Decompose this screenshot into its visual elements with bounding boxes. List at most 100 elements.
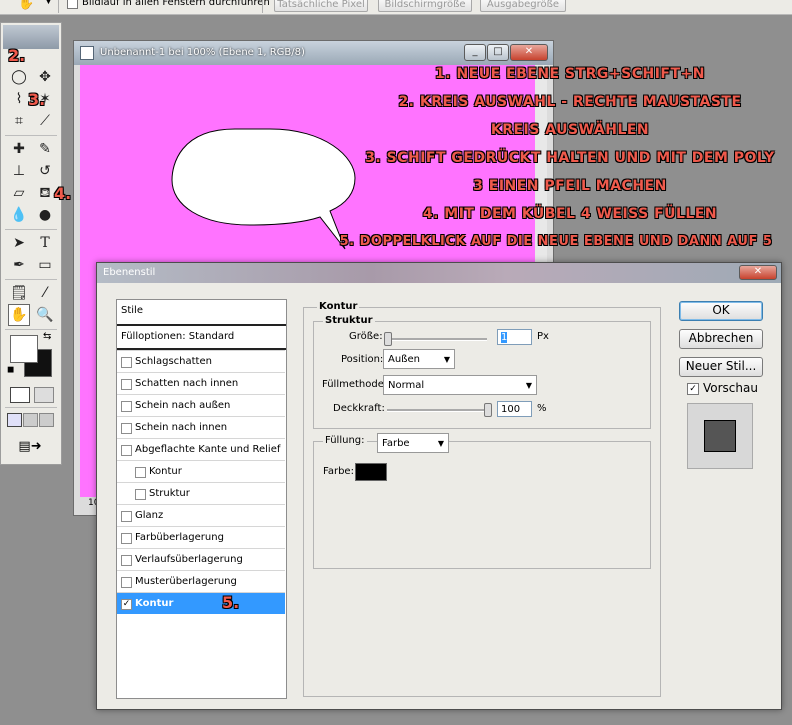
eyedropper-tool-icon[interactable]: ⁄: [35, 283, 55, 303]
maximize-button[interactable]: □: [487, 44, 509, 61]
document-title-bar[interactable]: Unbenannt-1 bei 100% (Ebene 1, RGB/8) _ …: [74, 41, 553, 65]
style-item-outer-glow[interactable]: Schein nach außen: [117, 394, 285, 416]
screen-mode-menubar-icon[interactable]: [23, 413, 38, 427]
dodge-tool-icon[interactable]: ●: [35, 205, 55, 225]
style-checkbox[interactable]: [121, 401, 132, 412]
blur-tool-icon[interactable]: 💧: [9, 205, 29, 225]
style-checkbox-checked[interactable]: ✓: [121, 599, 132, 610]
size-input[interactable]: 1: [497, 329, 532, 345]
style-item-satin[interactable]: Glanz: [117, 504, 285, 526]
dialog-title-bar[interactable]: Ebenenstil ✕: [97, 263, 781, 283]
shape-tool-icon[interactable]: ▭: [35, 255, 55, 275]
style-item-inner-glow[interactable]: Schein nach innen: [117, 416, 285, 438]
size-slider-thumb[interactable]: [384, 332, 392, 346]
annotation-line: KREIS AUSWÄHLEN: [490, 122, 650, 138]
paint-bucket-tool-icon[interactable]: ⛾: [35, 183, 55, 203]
print-size-button[interactable]: Ausgabegröße: [480, 0, 566, 12]
default-colors-icon[interactable]: ◼: [7, 365, 14, 375]
annotation-line: 2. KREIS AUSWAHL - RECHTE MAUSTASTE: [398, 94, 742, 110]
stroke-color-swatch[interactable]: [355, 463, 387, 481]
style-item-gradient-overlay[interactable]: Verlaufsüberlagerung: [117, 548, 285, 570]
slice-tool-icon[interactable]: ⟋: [35, 111, 55, 131]
clone-stamp-tool-icon[interactable]: ⊥: [9, 161, 29, 181]
hand-tool-icon[interactable]: ✋: [18, 0, 34, 11]
style-item-color-overlay[interactable]: Farbüberlagerung: [117, 526, 285, 548]
history-brush-tool-icon[interactable]: ↺: [35, 161, 55, 181]
quick-mask-mode-icon[interactable]: [34, 387, 54, 403]
opacity-input[interactable]: 100: [497, 401, 532, 417]
style-checkbox[interactable]: [121, 555, 132, 566]
style-checkbox[interactable]: [121, 533, 132, 544]
position-select[interactable]: Außen ▼: [383, 349, 455, 369]
fit-screen-button[interactable]: Bildschirmgröße: [378, 0, 472, 12]
cancel-button[interactable]: Abbrechen: [679, 329, 763, 349]
style-item-pattern-overlay[interactable]: Musterüberlagerung: [117, 570, 285, 592]
separator: [5, 279, 57, 280]
marquee-tool-icon[interactable]: ◯: [9, 67, 29, 87]
separator: [5, 229, 57, 230]
marker-2: 2.: [8, 46, 26, 65]
hand-tool-icon[interactable]: ✋: [8, 304, 30, 326]
screen-mode-standard-icon[interactable]: [7, 413, 22, 427]
brush-tool-icon[interactable]: ✎: [35, 139, 55, 159]
style-item-drop-shadow[interactable]: Schlagschatten: [117, 350, 285, 372]
style-checkbox[interactable]: [121, 379, 132, 390]
chevron-down-icon: ▼: [525, 381, 532, 390]
new-style-button[interactable]: Neuer Stil...: [679, 357, 763, 377]
notes-tool-icon[interactable]: 🗒: [9, 283, 29, 303]
style-label: Glanz: [135, 510, 164, 521]
style-label: Schein nach innen: [135, 422, 228, 433]
style-checkbox[interactable]: [121, 423, 132, 434]
style-checkbox[interactable]: [121, 511, 132, 522]
styles-list-header[interactable]: Stile: [121, 305, 143, 316]
blend-mode-select[interactable]: Normal ▼: [383, 375, 537, 395]
fill-group: [313, 441, 651, 569]
type-tool-icon[interactable]: T: [35, 233, 55, 253]
annotation-line: 3 EINEN PFEIL MACHEN: [473, 178, 667, 194]
opacity-slider-track[interactable]: [387, 409, 487, 412]
swap-colors-icon[interactable]: ⇆: [43, 331, 51, 342]
style-item-stroke[interactable]: ✓ Kontur: [117, 592, 285, 614]
move-tool-icon[interactable]: ✥: [35, 67, 55, 87]
path-selection-tool-icon[interactable]: ➤: [9, 233, 29, 253]
foreground-color-swatch[interactable]: [10, 335, 38, 363]
style-item-inner-shadow[interactable]: Schatten nach innen: [117, 372, 285, 394]
pen-tool-icon[interactable]: ✒: [9, 255, 29, 275]
style-checkbox[interactable]: [121, 445, 132, 456]
style-checkbox[interactable]: [121, 357, 132, 368]
standard-mode-icon[interactable]: [10, 387, 30, 403]
opacity-slider-thumb[interactable]: [484, 403, 492, 417]
style-item-bevel-emboss[interactable]: Abgeflachte Kante und Relief: [117, 438, 285, 460]
zoom-tool-icon[interactable]: 🔍: [35, 305, 55, 325]
blending-options-item[interactable]: Fülloptionen: Standard: [121, 331, 234, 342]
style-item-texture[interactable]: Struktur: [117, 482, 285, 504]
style-label: Abgeflachte Kante und Relief: [135, 444, 281, 455]
close-button[interactable]: ✕: [510, 44, 548, 61]
preview-checkbox[interactable]: ✓: [687, 383, 699, 395]
style-checkbox[interactable]: [135, 467, 146, 478]
photoshop-document-icon: [80, 46, 94, 60]
fill-type-select[interactable]: Farbe ▼: [377, 433, 449, 453]
jump-to-imageready-icon[interactable]: ▤➜: [9, 437, 51, 457]
style-checkbox[interactable]: [121, 577, 132, 588]
document-title: Unbenannt-1 bei 100% (Ebene 1, RGB/8): [100, 47, 305, 58]
eraser-tool-icon[interactable]: ▱: [9, 183, 29, 203]
minimize-button[interactable]: _: [464, 44, 486, 61]
tool-preset-dropdown-icon[interactable]: ▼: [45, 0, 52, 6]
size-value: 1: [501, 332, 508, 343]
healing-brush-tool-icon[interactable]: ✚: [9, 139, 29, 159]
style-item-contour[interactable]: Kontur: [117, 460, 285, 482]
structure-group-title: Struktur: [323, 315, 375, 326]
opacity-unit: %: [537, 403, 547, 414]
ok-button[interactable]: OK: [679, 301, 763, 321]
style-checkbox[interactable]: [135, 489, 146, 500]
style-label: Schatten nach innen: [135, 378, 239, 389]
screen-mode-full-icon[interactable]: [39, 413, 54, 427]
position-label: Position:: [341, 354, 384, 365]
lasso-tool-icon[interactable]: ⌇: [9, 89, 29, 109]
crop-tool-icon[interactable]: ⌗: [9, 111, 29, 131]
dialog-close-button[interactable]: ✕: [739, 265, 777, 280]
actual-pixels-button[interactable]: Tatsächliche Pixel: [274, 0, 368, 12]
scroll-all-windows-checkbox[interactable]: [67, 0, 78, 9]
size-slider-track[interactable]: [387, 338, 487, 341]
